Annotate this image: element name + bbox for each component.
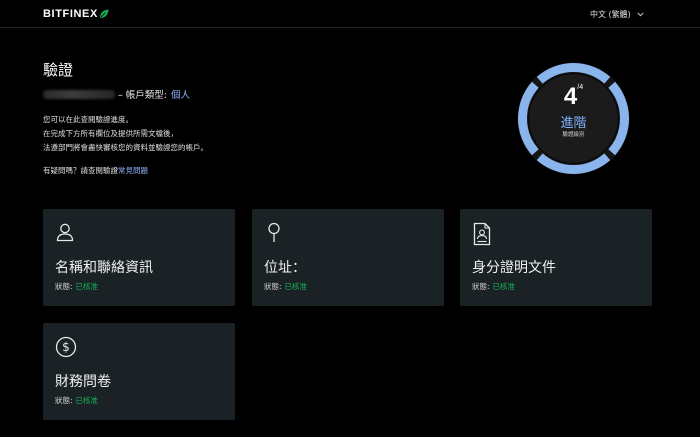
leaf-icon (99, 9, 109, 18)
status-badge: 已核准 (284, 282, 308, 291)
language-selector[interactable]: 中文 (繁體) (590, 9, 644, 20)
verification-level-caption: 驗證級別 (562, 132, 585, 138)
person-icon (55, 222, 75, 246)
card-status: 狀態: 已核准 (264, 281, 307, 292)
status-label: 狀態: (472, 282, 490, 291)
intro-line: 在完成下方所有欄位及提供所需文檔後， (43, 129, 178, 138)
location-pin-icon (264, 222, 284, 248)
language-label: 中文 (繁體) (590, 10, 631, 19)
account-type-label: – 帳戶類型: (118, 90, 167, 101)
status-badge: 已核准 (492, 282, 516, 291)
help-line: 有疑問嗎？請查閱驗證常見問題 (43, 165, 148, 176)
intro-text: 您可以在此查閱驗證進度。 在完成下方所有欄位及提供所需文檔後， 法遵部門將會盡快… (43, 113, 208, 155)
bitfinex-logo[interactable]: BITFINEX (43, 8, 109, 20)
card-name-contact-info[interactable]: 名稱和聯絡資訊 狀態: 已核准 (43, 209, 235, 306)
card-status: 狀態: 已核准 (472, 281, 515, 292)
card-id-document[interactable]: 身分證明文件 狀態: 已核准 (460, 209, 652, 306)
card-title: 位址： (264, 260, 306, 276)
dollar-circle-icon: $ (55, 336, 77, 362)
intro-line: 您可以在此查閱驗證進度。 (43, 115, 133, 124)
status-badge: 已核准 (75, 282, 99, 291)
masked-email (43, 89, 115, 99)
card-title: 財務問卷 (55, 374, 111, 390)
verification-level-gauge: 4/4 進階 驗證級別 (516, 61, 631, 176)
chevron-down-icon (637, 12, 644, 17)
help-text: 有疑問嗎？請查閱驗證 (43, 166, 118, 175)
account-type-link[interactable]: 個人 (171, 87, 190, 101)
card-status: 狀態: 已核准 (55, 281, 98, 292)
intro-line: 法遵部門將會盡快審核您的資料並驗證您的帳戶。 (43, 143, 208, 152)
card-title: 身分證明文件 (472, 260, 556, 276)
status-label: 狀態: (55, 282, 73, 291)
card-title: 名稱和聯絡資訊 (55, 260, 153, 276)
card-address[interactable]: 位址： 狀態: 已核准 (252, 209, 444, 306)
status-label: 狀態: (264, 282, 282, 291)
verification-level-name: 進階 (560, 116, 587, 131)
brand-name: BITFINEX (43, 8, 98, 20)
card-financial-questionnaire[interactable]: $ 財務問卷 狀態: 已核准 (43, 323, 235, 420)
top-navigation-bar: BITFINEX 中文 (繁體) (0, 0, 700, 28)
card-status: 狀態: 已核准 (55, 395, 98, 406)
id-document-icon (472, 222, 492, 250)
status-badge: 已核准 (75, 396, 99, 405)
svg-text:$: $ (62, 340, 70, 354)
level-number: 4 (563, 83, 578, 110)
page-title: 驗證 (43, 61, 74, 79)
account-info-line: – 帳戶類型: 個人 (43, 87, 190, 101)
status-label: 狀態: (55, 396, 73, 405)
level-max: /4 (577, 84, 584, 91)
verification-level-value: 4/4 (516, 83, 631, 111)
faq-link[interactable]: 常見問題 (118, 166, 148, 175)
